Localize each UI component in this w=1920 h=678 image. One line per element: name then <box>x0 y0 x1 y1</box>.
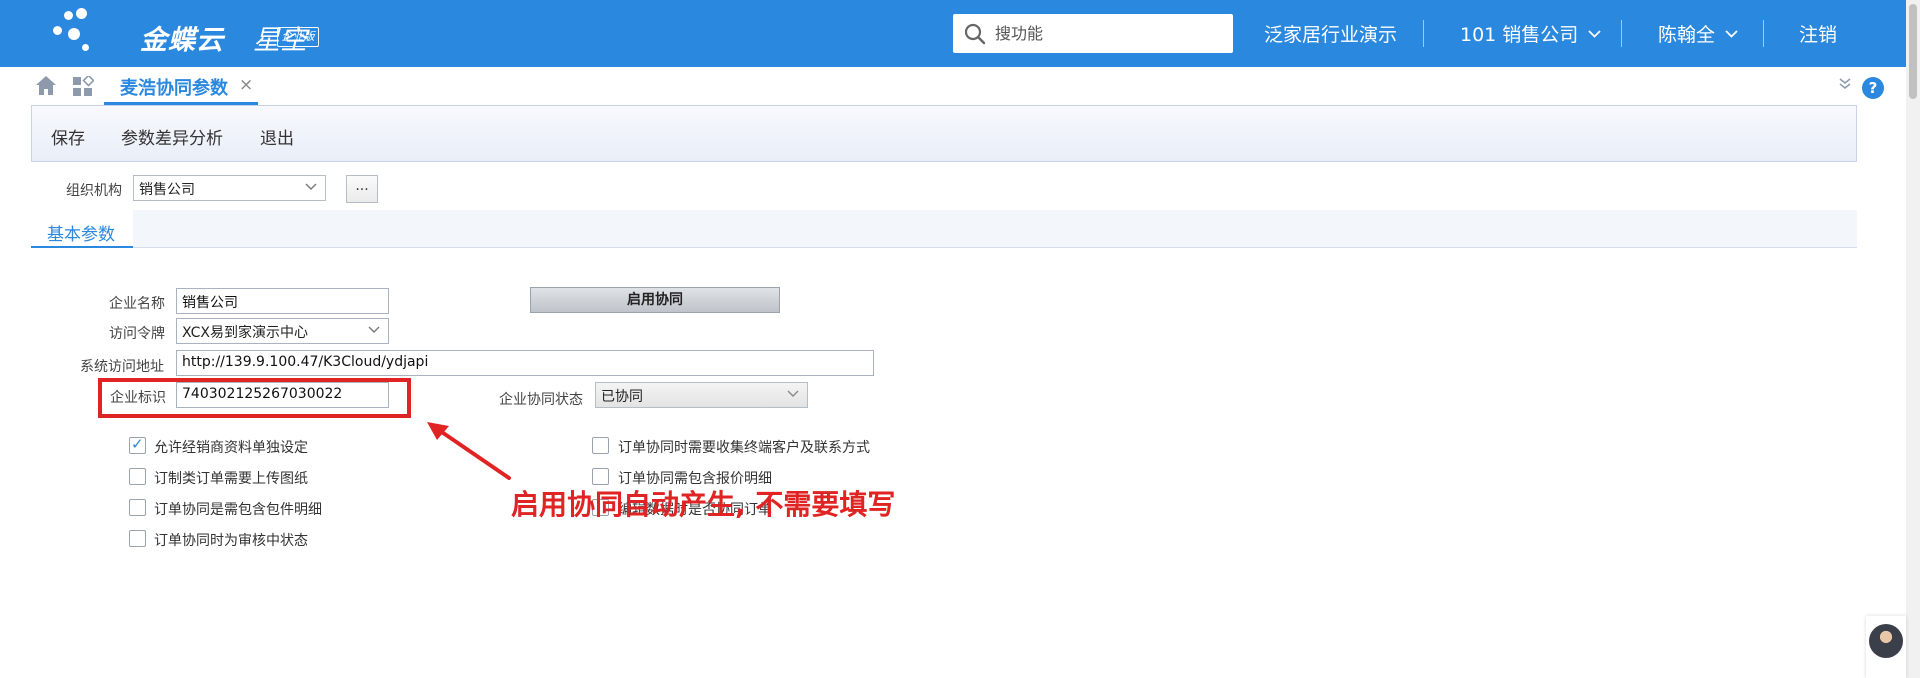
company-name-value: 销售公司 <box>182 295 238 311</box>
exit-button[interactable]: 退出 <box>260 124 294 149</box>
checkbox-label: 允许经销商资料单独设定 <box>154 440 308 456</box>
search-input[interactable] <box>995 14 1225 53</box>
enable-collab-button[interactable]: 启用协同 <box>530 287 780 313</box>
function-search[interactable] <box>953 14 1233 53</box>
checkbox-dealer-data[interactable]: ✓ <box>129 435 146 454</box>
highlight-box <box>98 378 411 418</box>
collab-status-select[interactable]: 已协同 <box>595 382 808 408</box>
url-value: http://139.9.100.47/K3Cloud/ydjapi <box>182 354 429 370</box>
checkbox-label: 订单协同时需要收集终端客户及联系方式 <box>618 440 870 456</box>
checkbox-package-detail[interactable] <box>129 499 146 516</box>
save-button[interactable]: 保存 <box>51 124 85 149</box>
tenant-link[interactable]: 泛家居行业演示 <box>1264 20 1397 47</box>
check-icon: ✓ <box>131 435 144 453</box>
arrow-icon <box>427 422 511 480</box>
token-label: 访问令牌 <box>109 326 165 342</box>
section-tab-bar: 基本参数 <box>31 210 1857 248</box>
chevron-down-icon <box>1725 30 1738 38</box>
close-icon[interactable]: × <box>239 75 253 95</box>
org-more-button[interactable]: ... <box>346 175 378 203</box>
org-switcher-label: 101 销售公司 <box>1460 24 1579 46</box>
tab-label: 麦浩协同参数 <box>120 78 228 99</box>
edition-badge: 企业版 <box>277 27 319 47</box>
divider <box>1621 20 1622 47</box>
chevron-down-icon <box>1588 30 1601 38</box>
param-diff-button[interactable]: 参数差异分析 <box>121 124 223 149</box>
checkbox-audit-status[interactable] <box>129 530 146 547</box>
user-name: 陈翰全 <box>1658 24 1716 46</box>
org-select-value: 销售公司 <box>139 182 195 198</box>
help-icon[interactable]: ? <box>1862 77 1884 99</box>
assistant-float[interactable] <box>1866 616 1906 678</box>
chevron-down-icon <box>368 326 380 333</box>
brand-name: 金蝶云 <box>140 25 224 56</box>
divider <box>1763 20 1764 47</box>
chevron-down-icon <box>787 390 799 397</box>
url-label: 系统访问地址 <box>80 359 164 375</box>
user-menu[interactable]: 陈翰全 <box>1658 20 1738 47</box>
token-select[interactable]: XCX易到家演示中心 <box>176 318 389 344</box>
org-switcher[interactable]: 101 销售公司 <box>1460 20 1601 47</box>
checkbox-upload-drawing[interactable] <box>129 468 146 485</box>
tab-basic-params-label: 基本参数 <box>47 225 115 245</box>
company-name-field[interactable]: 销售公司 <box>176 288 389 314</box>
top-bar: 金蝶云 星空 企业版 泛家居行业演示 101 销售公司 陈翰全 注销 <box>0 0 1906 67</box>
collab-status-label: 企业协同状态 <box>499 392 583 408</box>
checkbox-label: 订单协同时为审核中状态 <box>154 533 308 549</box>
checkbox-collect-customer[interactable] <box>592 437 609 454</box>
token-select-value: XCX易到家演示中心 <box>182 325 308 341</box>
org-label: 组织机构 <box>66 183 122 199</box>
company-name-label: 企业名称 <box>109 296 165 312</box>
divider <box>1423 20 1424 47</box>
annotation-note: 启用协同自动产生, 不需要填写 <box>511 488 896 521</box>
home-icon[interactable] <box>35 75 57 96</box>
scrollbar-thumb[interactable] <box>1909 4 1917 99</box>
double-chevron-down-icon[interactable] <box>1838 77 1852 91</box>
tab-strip: 麦浩协同参数 × ? <box>0 67 1906 105</box>
apps-icon[interactable] <box>72 76 94 98</box>
org-select[interactable]: 销售公司 <box>133 175 326 201</box>
checkbox-label: 订单协同是需包含包件明细 <box>154 502 322 518</box>
chevron-down-icon <box>305 183 317 190</box>
toolbar: 保存 参数差异分析 退出 <box>31 105 1857 162</box>
tab-collab-params[interactable]: 麦浩协同参数 × <box>104 67 258 105</box>
url-field[interactable]: http://139.9.100.47/K3Cloud/ydjapi <box>176 350 874 376</box>
tab-basic-params[interactable]: 基本参数 <box>31 210 133 248</box>
collab-status-value: 已协同 <box>601 389 643 405</box>
logout-link[interactable]: 注销 <box>1799 20 1837 47</box>
vertical-scrollbar[interactable] <box>1906 0 1920 678</box>
checkbox-label: 订制类订单需要上传图纸 <box>154 471 308 487</box>
search-icon <box>964 23 986 45</box>
avatar[interactable] <box>1869 624 1903 658</box>
